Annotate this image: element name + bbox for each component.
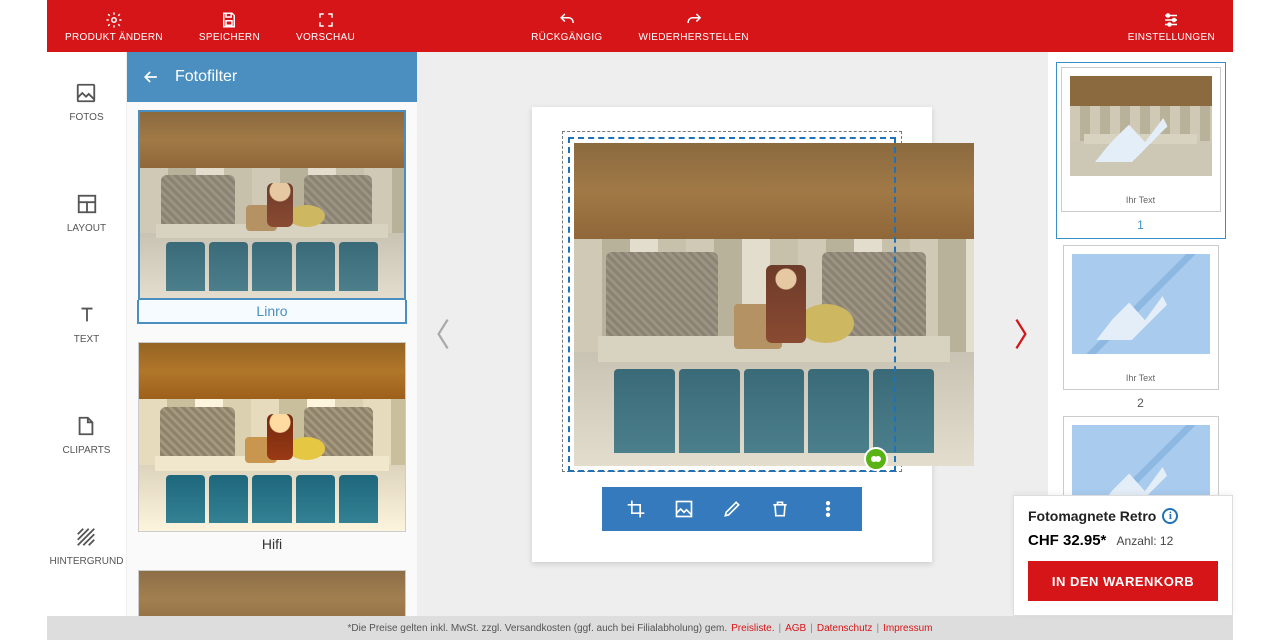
filter-option-hifi[interactable]: Hifi [137, 342, 407, 552]
page-thumb-1[interactable]: Ihr Text 1 [1056, 62, 1226, 239]
text-icon [76, 304, 98, 326]
filter-list[interactable]: Linro Hifi [127, 102, 417, 616]
settings-label: EINSTELLUNGEN [1128, 32, 1215, 43]
save-button[interactable]: SPEICHERN [181, 10, 278, 43]
sidebar-item-text[interactable]: TEXT [74, 304, 100, 345]
product-change-label: PRODUKT ÄNDERN [65, 32, 163, 43]
filter-label: Linro [137, 300, 407, 324]
left-sidebar: FOTOS LAYOUT TEXT CLIPARTS HINTERGRUND [47, 52, 127, 616]
sidebar-fotos-label: FOTOS [69, 112, 103, 123]
editor-canvas [417, 52, 1047, 616]
sidebar-layout-label: LAYOUT [67, 223, 106, 234]
top-toolbar: PRODUKT ÄNDERN SPEICHERN VORSCHAU RÜCKGÄ… [47, 0, 1233, 52]
filter-option-next[interactable] [137, 570, 407, 616]
preisliste-link[interactable]: Preisliste. [731, 623, 774, 634]
sidebar-item-hintergrund[interactable]: HINTERGRUND [50, 526, 124, 567]
replace-image-button[interactable] [660, 487, 708, 531]
info-icon[interactable]: i [1162, 508, 1178, 524]
product-change-button[interactable]: PRODUKT ÄNDERN [47, 10, 181, 43]
image-toolbar [602, 487, 862, 531]
next-page-button[interactable] [1005, 309, 1035, 359]
prev-page-button[interactable] [429, 309, 459, 359]
preview-label: VORSCHAU [296, 32, 355, 43]
delete-button[interactable] [756, 487, 804, 531]
page-thumb-2[interactable]: Ihr Text 2 [1063, 245, 1219, 410]
price-value: CHF 32.95* [1028, 532, 1106, 549]
product-card[interactable] [532, 107, 932, 562]
filter-panel: Fotofilter Linro Hifi [127, 52, 417, 616]
more-button[interactable] [804, 487, 852, 531]
sidebar-item-fotos[interactable]: FOTOS [69, 82, 103, 123]
edit-button[interactable] [708, 487, 756, 531]
gear-icon [104, 10, 124, 30]
save-icon [219, 10, 239, 30]
add-to-cart-button[interactable]: IN DEN WARENKORB [1028, 561, 1218, 601]
filter-option-linro[interactable]: Linro [137, 110, 407, 324]
thumb-caption: Ihr Text [1064, 373, 1218, 383]
image-icon [75, 82, 97, 104]
sidebar-cliparts-label: CLIPARTS [63, 445, 111, 456]
expand-icon [316, 10, 336, 30]
thumb-number: 1 [1137, 218, 1144, 232]
legal-text: *Die Preise gelten inkl. MwSt. zzgl. Ver… [348, 623, 728, 634]
layout-icon [76, 193, 98, 215]
product-title: Fotomagnete Retro [1028, 508, 1156, 524]
datenschutz-link[interactable]: Datenschutz [817, 623, 873, 634]
redo-label: WIEDERHERSTELLEN [638, 32, 748, 43]
qty-value: 12 [1160, 534, 1173, 548]
clipart-icon [75, 415, 97, 437]
legal-bar: *Die Preise gelten inkl. MwSt. zzgl. Ver… [47, 616, 1233, 640]
arrow-left-icon[interactable] [141, 67, 161, 87]
sidebar-hintergrund-label: HINTERGRUND [50, 556, 124, 567]
preview-button[interactable]: VORSCHAU [278, 10, 373, 43]
sidebar-item-layout[interactable]: LAYOUT [67, 193, 106, 234]
thumb-number: 2 [1137, 396, 1144, 410]
selection-outline [568, 137, 896, 472]
undo-button[interactable]: RÜCKGÄNGIG [513, 10, 620, 43]
filter-panel-title: Fotofilter [175, 68, 237, 86]
quality-indicator-icon[interactable] [864, 447, 888, 471]
background-icon [75, 526, 97, 548]
save-label: SPEICHERN [199, 32, 260, 43]
redo-button[interactable]: WIEDERHERSTELLEN [620, 10, 766, 43]
sidebar-item-cliparts[interactable]: CLIPARTS [63, 415, 111, 456]
qty-label: Anzahl: [1117, 534, 1157, 548]
redo-icon [684, 10, 704, 30]
filter-panel-header: Fotofilter [127, 52, 417, 102]
impressum-link[interactable]: Impressum [883, 623, 932, 634]
agb-link[interactable]: AGB [785, 623, 806, 634]
crop-button[interactable] [612, 487, 660, 531]
filter-label: Hifi [262, 532, 282, 552]
thumb-caption: Ihr Text [1062, 195, 1220, 205]
cart-panel: Fotomagnete Retro i CHF 32.95* Anzahl: 1… [1013, 495, 1233, 616]
undo-icon [557, 10, 577, 30]
settings-button[interactable]: EINSTELLUNGEN [1110, 10, 1233, 43]
sliders-icon [1161, 10, 1181, 30]
undo-label: RÜCKGÄNGIG [531, 32, 602, 43]
sidebar-text-label: TEXT [74, 334, 100, 345]
